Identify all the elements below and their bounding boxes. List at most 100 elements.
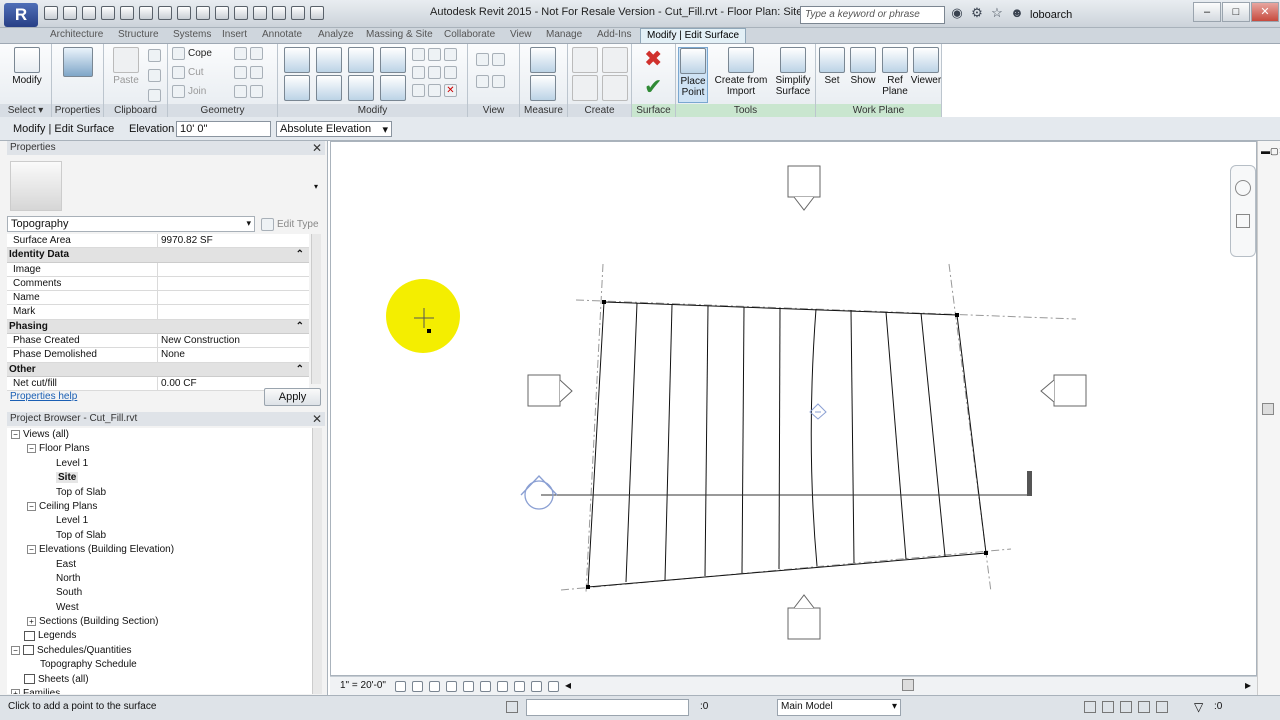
tree-node[interactable]: South <box>7 586 312 600</box>
dimension-icon[interactable] <box>177 6 191 20</box>
text-icon[interactable] <box>215 6 229 20</box>
section-end-marker[interactable] <box>1027 471 1032 496</box>
user-name[interactable]: loboarch <box>1030 9 1072 21</box>
measure-tool-icon[interactable] <box>530 47 556 73</box>
filter-icon[interactable]: ▽ <box>1194 700 1203 714</box>
show-crop-icon[interactable] <box>480 681 491 692</box>
print-icon[interactable] <box>139 6 153 20</box>
cut-button[interactable]: Cut <box>172 65 204 81</box>
tree-node[interactable]: − Views (all) <box>7 428 312 442</box>
elevation-input[interactable]: 10' 0" <box>176 121 271 137</box>
analytical-model-icon[interactable] <box>531 681 542 692</box>
select-by-face-icon[interactable] <box>1138 701 1150 713</box>
surface-point[interactable] <box>602 300 606 304</box>
select-underlay-icon[interactable] <box>1102 701 1114 713</box>
properties-help-link[interactable]: Properties help <box>10 391 77 402</box>
tree-node[interactable]: Site <box>7 471 312 485</box>
tab-structure[interactable]: Structure <box>118 29 159 40</box>
property-value[interactable]: None <box>158 348 309 361</box>
user-icon[interactable]: ☻ <box>1010 5 1024 21</box>
vertical-scrollbar[interactable]: ▬▢✕ <box>1257 141 1280 695</box>
property-value[interactable] <box>158 263 309 276</box>
create-group-icon[interactable] <box>572 75 598 101</box>
expand-icon[interactable]: + <box>11 688 20 694</box>
elevation-mode-select[interactable]: Absolute Elevation ▾ <box>276 121 392 137</box>
save-icon[interactable] <box>63 6 77 20</box>
3d-view-icon[interactable] <box>234 6 248 20</box>
close-icon[interactable]: ✕ <box>312 412 322 426</box>
array-icon[interactable] <box>412 65 460 81</box>
view-scale[interactable]: 1" = 20'-0" <box>340 680 386 691</box>
section-icon[interactable] <box>253 6 267 20</box>
crop-view-icon[interactable] <box>463 681 474 692</box>
temp-hide-icon[interactable] <box>497 681 508 692</box>
star-icon[interactable]: ☆ <box>990 5 1004 21</box>
tree-node[interactable]: East <box>7 558 312 572</box>
switch-windows-icon[interactable] <box>310 6 324 20</box>
tree-node[interactable]: Top of Slab <box>7 486 312 500</box>
workset-select[interactable] <box>526 699 689 716</box>
place-point-button[interactable]: Place Point <box>678 47 708 103</box>
geometry-tool-icon[interactable] <box>234 46 266 62</box>
close-hidden-icon[interactable] <box>291 6 305 20</box>
surface-point[interactable] <box>955 313 959 317</box>
pin-icon[interactable]: ✕ <box>412 83 460 99</box>
search-input[interactable]: Type a keyword or phrase <box>800 6 945 24</box>
elevation-marker-west[interactable] <box>527 374 561 407</box>
wall-joins-icon[interactable] <box>234 65 266 81</box>
steering-wheel-icon[interactable] <box>1235 180 1251 196</box>
property-value[interactable] <box>158 291 309 304</box>
constraints-icon[interactable] <box>548 681 559 692</box>
mirror-draw-icon[interactable] <box>380 47 406 73</box>
tree-node[interactable]: West <box>7 601 312 615</box>
tab-architecture[interactable]: Architecture <box>50 29 103 40</box>
detail-level-icon[interactable] <box>395 681 406 692</box>
type-selector[interactable]: Topography ▾ <box>7 216 255 232</box>
create-similar-icon[interactable] <box>602 75 628 101</box>
offset-icon[interactable] <box>316 47 342 73</box>
close-icon[interactable]: ✕ <box>312 141 322 155</box>
rotate-icon[interactable] <box>348 75 374 101</box>
tab-analyze[interactable]: Analyze <box>318 29 354 40</box>
match-properties-icon[interactable] <box>148 88 164 104</box>
simplify-surface-button[interactable]: Simplify Surface <box>772 47 814 97</box>
drawing-canvas[interactable] <box>330 141 1257 676</box>
reveal-hidden-icon[interactable] <box>514 681 525 692</box>
vertical-scroll-thumb[interactable] <box>1262 403 1274 415</box>
collapse-icon[interactable]: ⌃ <box>296 363 304 377</box>
tree-node[interactable]: North <box>7 572 312 586</box>
shadows-icon[interactable] <box>446 681 457 692</box>
visual-style-icon[interactable] <box>412 681 423 692</box>
paste-button[interactable]: Paste <box>110 47 142 86</box>
undo-icon[interactable] <box>101 6 115 20</box>
tree-node[interactable]: Top of Slab <box>7 529 312 543</box>
expand-icon[interactable]: + <box>27 616 36 626</box>
tab-modify-edit-surface[interactable]: Modify | Edit Surface <box>640 28 747 43</box>
open-icon[interactable] <box>44 6 58 20</box>
tab-view[interactable]: View <box>510 29 532 40</box>
collapse-icon[interactable]: ⌃ <box>296 320 304 334</box>
subscription-icon[interactable]: ⚙ <box>970 5 984 21</box>
surface-point[interactable] <box>586 585 590 589</box>
finish-surface-icon[interactable]: ✔ <box>644 76 662 98</box>
design-option-select[interactable]: Main Model ▾ <box>777 699 901 716</box>
cancel-edit-icon[interactable]: ✖ <box>644 48 662 70</box>
type-properties-button[interactable] <box>62 47 94 79</box>
elevation-marker-east[interactable] <box>1053 374 1087 407</box>
properties-section[interactable]: Phasing ⌃ <box>7 319 309 335</box>
collapse-icon[interactable]: ⌃ <box>296 248 304 262</box>
sync-icon[interactable] <box>82 6 96 20</box>
tab-insert[interactable]: Insert <box>222 29 247 40</box>
worksets-icon[interactable] <box>506 701 518 713</box>
measure-icon[interactable] <box>158 6 172 20</box>
apply-button[interactable]: Apply <box>264 388 321 406</box>
tree-node[interactable]: − Schedules/Quantities <box>7 644 312 658</box>
drag-elements-icon[interactable] <box>1156 701 1168 713</box>
application-menu-button[interactable]: R <box>4 3 38 27</box>
override-icon[interactable] <box>476 74 508 90</box>
create-from-import-button[interactable]: Create from Import <box>712 47 770 97</box>
redo-icon[interactable] <box>120 6 134 20</box>
maximize-button[interactable]: □ <box>1222 2 1250 22</box>
ref-plane-button[interactable]: Ref Plane <box>880 47 910 97</box>
collapse-icon[interactable]: − <box>27 544 36 554</box>
